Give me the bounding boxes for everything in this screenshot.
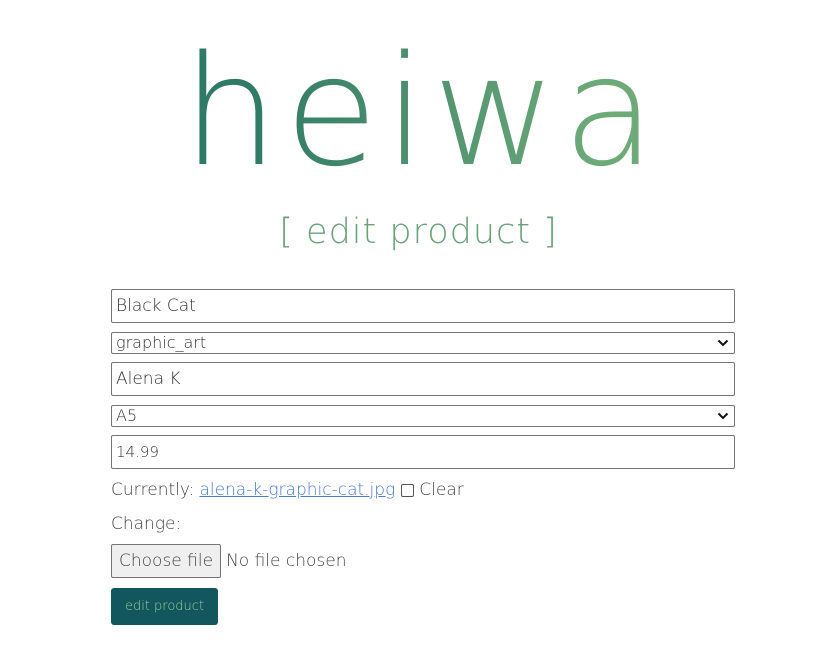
category-select[interactable]: graphic_art: [111, 332, 735, 354]
size-select[interactable]: A5: [111, 405, 735, 427]
price-input[interactable]: 14.99: [111, 435, 735, 469]
size-selected-value: A5: [116, 406, 138, 425]
category-selected-value: graphic_art: [116, 333, 207, 352]
choose-file-button[interactable]: Choose file: [111, 544, 222, 578]
artist-value: Alena K: [116, 369, 181, 389]
product-name-value: Black Cat: [116, 296, 196, 316]
brand-logo[interactable]: heiwa: [0, 40, 837, 180]
file-status-text: No file chosen: [226, 551, 347, 571]
file-input: Choose file No file chosen: [111, 544, 735, 578]
current-image-row: Currently: alena-k-graphic-cat.jpg Clear: [111, 478, 735, 502]
page: heiwa [ edit product ] Black Cat graphic…: [0, 0, 837, 652]
clear-checkbox[interactable]: [401, 483, 415, 497]
brand-name: heiwa: [182, 40, 662, 180]
current-image-link[interactable]: alena-k-graphic-cat.jpg: [199, 478, 395, 502]
page-title: [ edit product ]: [279, 212, 558, 252]
edit-product-button[interactable]: edit product: [111, 588, 218, 625]
clear-label[interactable]: Clear: [419, 478, 463, 502]
chevron-down-icon: [717, 339, 729, 347]
artist-input[interactable]: Alena K: [111, 362, 735, 396]
edit-product-form: Black Cat graphic_art Alena K A5 14.99 C…: [111, 289, 735, 625]
price-value: 14.99: [116, 443, 159, 461]
currently-label: Currently:: [111, 480, 195, 500]
product-name-input[interactable]: Black Cat: [111, 289, 735, 323]
change-label: Change:: [111, 514, 182, 534]
chevron-down-icon: [717, 412, 729, 420]
